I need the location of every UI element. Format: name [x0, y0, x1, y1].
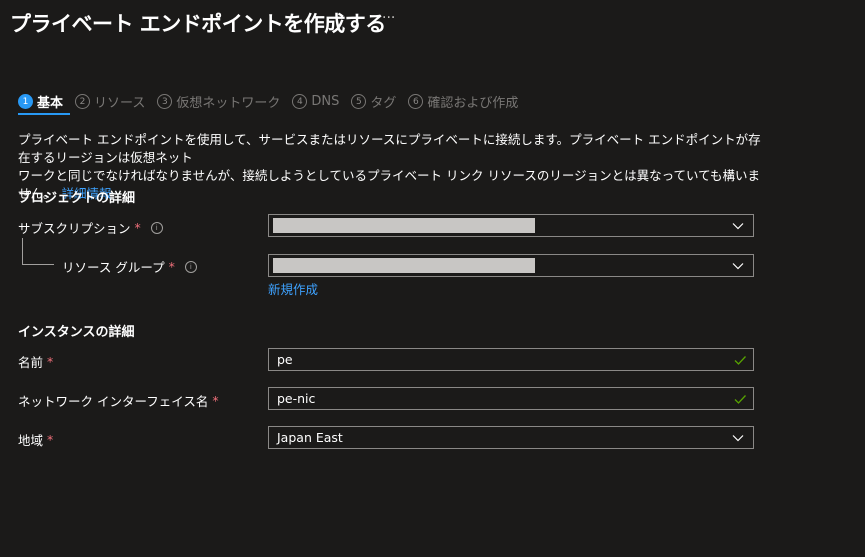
chevron-down-icon [732, 223, 744, 230]
region-dropdown[interactable]: Japan East [268, 426, 754, 449]
name-label-text: 名前 [18, 355, 44, 370]
resource-group-dropdown[interactable] [268, 254, 754, 277]
chevron-down-icon [732, 263, 744, 270]
region-value: Japan East [277, 430, 343, 445]
resource-group-label-text: リソース グループ [62, 260, 165, 275]
step-number: 3 [157, 94, 173, 109]
tree-connector-horizontal [22, 264, 54, 265]
tab-resource[interactable]: 2 リソース [75, 92, 145, 111]
active-tab-indicator [18, 113, 70, 115]
tree-connector-vertical [22, 238, 23, 264]
tab-virtual-network[interactable]: 3 仮想ネットワーク [157, 92, 280, 111]
nic-name-label-text: ネットワーク インターフェイス名 [18, 394, 209, 409]
tab-label: タグ [370, 96, 397, 111]
chevron-down-icon [732, 435, 744, 442]
required-marker: * [168, 259, 175, 274]
step-number: 6 [408, 94, 424, 109]
tab-dns[interactable]: 4 DNS [292, 94, 339, 109]
name-input[interactable]: pe [268, 348, 754, 371]
name-label: 名前 * [18, 352, 53, 371]
instance-details-heading: インスタンスの詳細 [18, 325, 135, 340]
create-new-link[interactable]: 新規作成 [268, 279, 318, 298]
subscription-label-text: サブスクリプション [18, 221, 131, 236]
page-title: プライベート エンドポイントを作成する [10, 12, 386, 36]
tab-review-create[interactable]: 6 確認および作成 [408, 92, 518, 111]
tab-label: 仮想ネットワーク [176, 96, 281, 111]
nic-name-value: pe-nic [277, 391, 316, 406]
subscription-label: サブスクリプション * i [18, 218, 163, 237]
wizard-tabs: 1 基本 2 リソース 3 仮想ネットワーク 4 DNS 5 タグ 6 確認およ… [18, 92, 530, 111]
description-line-1: プライベート エンドポイントを使用して、サービスまたはリソースにプライベートに接… [18, 132, 761, 165]
step-number: 4 [292, 94, 308, 109]
checkmark-icon [734, 395, 746, 404]
region-label: 地域 * [18, 430, 53, 449]
project-details-heading: プロジェクトの詳細 [18, 191, 136, 206]
info-icon[interactable]: i [150, 221, 163, 234]
step-number: 2 [75, 94, 91, 109]
required-marker: * [212, 393, 219, 408]
resource-group-label: リソース グループ * i [62, 257, 197, 276]
nic-name-input[interactable]: pe-nic [268, 387, 754, 410]
required-marker: * [134, 220, 141, 235]
tab-label: 基本 [37, 96, 64, 111]
tab-label: 確認および作成 [427, 96, 519, 111]
required-marker: * [47, 432, 54, 447]
more-options-button[interactable]: ··· [382, 10, 395, 26]
redacted-value [273, 218, 535, 233]
tab-tags[interactable]: 5 タグ [351, 92, 396, 111]
step-number: 1 [18, 94, 33, 109]
tab-basics[interactable]: 1 基本 [18, 92, 63, 111]
nic-name-label: ネットワーク インターフェイス名 * [18, 391, 219, 410]
checkmark-icon [734, 356, 746, 365]
redacted-value [273, 258, 535, 273]
step-number: 5 [351, 94, 367, 109]
tab-label: リソース [94, 96, 146, 111]
name-value: pe [277, 352, 293, 367]
region-label-text: 地域 [18, 433, 44, 448]
required-marker: * [47, 354, 54, 369]
subscription-dropdown[interactable] [268, 214, 754, 237]
tab-label: DNS [311, 94, 340, 109]
info-icon[interactable]: i [184, 260, 197, 273]
